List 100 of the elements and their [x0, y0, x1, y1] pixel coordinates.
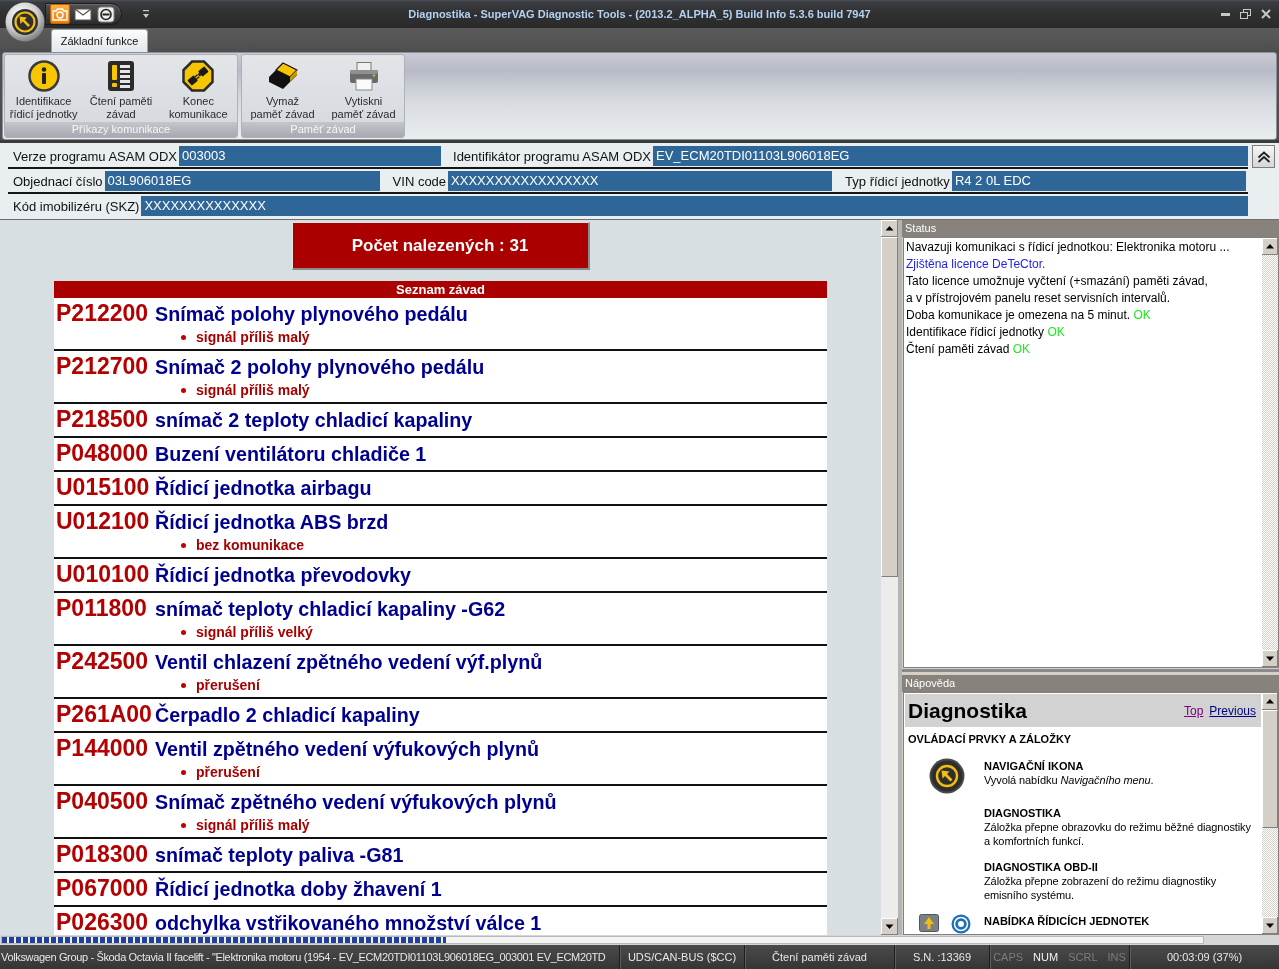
fault-detail: přerušení — [196, 764, 260, 780]
fault-description: snímač teploty chladicí kapaliny -G62 — [155, 597, 506, 622]
help-item-text: Vyvolá nabídku Navigačního menu. — [984, 773, 1155, 787]
fault-description: Snímač 2 polohy plynového pedálu — [155, 355, 485, 380]
fault-description: Řídicí jednotka převodovky — [155, 563, 411, 588]
arrow-tile-icon — [919, 914, 939, 932]
fault-description: Řídicí jednotka ABS brzd — [155, 510, 389, 535]
help-item-text: Záložka přepne zobrazení do režimu diagnostiky emisního systému. — [984, 874, 1218, 902]
fault-description: snímač teploty paliva -G81 — [155, 843, 404, 868]
ribbon-button[interactable]: Identifikace řídicí jednotky — [5, 55, 83, 122]
collapse-button[interactable] — [1252, 145, 1276, 168]
fault-detail: signál příliš malý — [196, 817, 310, 833]
value-field: 003003 — [179, 146, 441, 166]
fault-description: Snímač zpětného vedení výfukových plynů — [155, 790, 557, 815]
bullet-icon — [181, 334, 186, 340]
fault-description: odchylka vstřikovaného množství válce 1 — [155, 911, 542, 935]
help-link[interactable]: Top — [1183, 703, 1204, 718]
arrow-circle-icon — [929, 758, 965, 794]
value-field: XXXXXXXXXXXXXXXXX — [448, 171, 833, 191]
fault-code: P067000 — [56, 876, 150, 901]
fault-description: Čerpadlo 2 chladicí kapaliny — [155, 703, 420, 728]
status-text: S.N. :13369 — [895, 945, 990, 969]
scroll-up-arrow-icon[interactable] — [1262, 693, 1278, 710]
fault-detail: bez komunikace — [196, 537, 305, 553]
fault-detail: signál příliš malý — [196, 329, 310, 345]
group-label: Příkazy komunikace — [5, 122, 237, 137]
field-label: VIN code — [392, 173, 447, 189]
value-field: 03L906018EG — [104, 171, 380, 191]
bullet-icon — [181, 769, 186, 775]
bullet-icon — [181, 542, 186, 548]
bullet-icon — [181, 387, 186, 393]
fault-description: Řídicí jednotka doby žhavení 1 — [155, 877, 442, 902]
status-line: Čtení paměti závad OK — [906, 341, 1032, 358]
value-field: EV_ECM20TDI01103L906018EG — [653, 146, 1249, 166]
fault-detail: signál příliš malý — [196, 382, 310, 398]
fault-count-banner: Počet nalezených : 31 — [291, 222, 590, 270]
value-field: XXXXXXXXXXXXXX — [141, 196, 1249, 216]
fault-description: snímač 2 teploty chladicí kapaliny — [155, 408, 473, 433]
help-item-title: NAVIGAČNÍ IKONA — [984, 759, 1085, 773]
plug-octagon-icon — [182, 60, 215, 92]
fault-code: P048000 — [56, 441, 150, 466]
panel-title: Nápověda — [902, 675, 1279, 692]
ribbon-button[interactable]: Čtení paměti závad — [82, 55, 160, 122]
help-item-title: DIAGNOSTIKA OBD-II — [984, 860, 1099, 874]
panel-title: Status — [902, 220, 1279, 237]
scrollbar-thumb[interactable] — [1262, 710, 1278, 828]
status-line: a v přístrojovém panelu reset servisních intervalů. — [906, 290, 1172, 307]
fault-description: Buzení ventilátoru chladiče 1 — [155, 442, 427, 467]
status-text: Volkswagen Group - Škoda Octavia II facelift - "Elektronika motoru (1954 - EV_ECM20TDI01103L906018EG_003001 EV_ECM20TD — [0, 945, 620, 969]
minimize-icon[interactable] — [1221, 12, 1230, 16]
warning-list-icon — [105, 60, 137, 92]
help-item-text: Záložka přepne obrazovku do režimu běžné diagnostiky a komfortních funkcí. — [984, 820, 1252, 848]
status-line: Navazuji komunikaci s řídicí jednotkou: Elektronika motoru ... — [906, 239, 1231, 256]
fault-code: P261A00 — [56, 702, 153, 727]
fault-code: P018300 — [56, 842, 150, 867]
help-item-title: DIAGNOSTIKA — [984, 806, 1062, 820]
key-indicator: SCRL — [1068, 951, 1098, 963]
fault-description: Ventil chlazení zpětného vedení výf.plynů — [155, 650, 543, 675]
status-text: Čtení paměti závad — [745, 945, 895, 969]
status-line: Identifikace řídicí jednotky OK — [906, 324, 1066, 341]
scroll-down-arrow-icon[interactable] — [1262, 650, 1278, 667]
bullet-icon — [181, 822, 186, 828]
scroll-down-arrow-icon[interactable] — [881, 918, 898, 935]
printer-icon — [347, 60, 380, 92]
field-label: Objednací číslo — [13, 173, 103, 189]
dropdown-caret-icon[interactable] — [142, 9, 150, 19]
restore-icon[interactable] — [1240, 9, 1251, 19]
scroll-up-arrow-icon[interactable] — [1262, 238, 1278, 255]
fault-code: P218500 — [56, 407, 150, 432]
help-link[interactable]: Previous — [1209, 703, 1256, 718]
fault-detail: přerušení — [196, 677, 260, 693]
value-field: R4 2 0L EDC — [951, 171, 1247, 191]
window-title: Diagnostika - SuperVAG Diagnostic Tools - (2013.2_ALPHA_5) Build Info 5.3.6 build 7947 — [408, 8, 871, 20]
ribbon-button[interactable]: Vytiskni paměť závad — [323, 55, 404, 122]
bullet-icon — [181, 682, 186, 688]
fault-description: Snímač polohy plynového pedálu — [155, 302, 468, 327]
fault-description: Ventil zpětného vedení výfukových plynů — [155, 737, 539, 762]
help-heading: Diagnostika — [908, 698, 1028, 723]
list-header: Seznam závad — [54, 281, 827, 298]
close-icon[interactable] — [1261, 9, 1271, 19]
fault-code: U010100 — [56, 562, 151, 587]
status-text: UDS/CAN-BUS ($CC) — [620, 945, 745, 969]
scroll-down-arrow-icon[interactable] — [1262, 917, 1278, 934]
scrollbar-thumb[interactable] — [881, 237, 898, 577]
fault-code: P011800 — [56, 596, 148, 621]
fault-code: P144000 — [56, 736, 150, 761]
status-line: Tato licence umožnuje vyčtení (+smazání) paměti závad, — [906, 273, 1209, 290]
ribbon-button[interactable]: Konec komunikace — [159, 55, 237, 122]
double-chevron-up-icon — [1256, 150, 1271, 163]
key-indicator: CAPS — [993, 951, 1024, 963]
eraser-icon — [266, 60, 299, 92]
fault-code: U015100 — [56, 475, 151, 500]
ribbon-button[interactable]: Vymaž paměť závad — [242, 55, 323, 122]
camera-icon[interactable] — [50, 4, 70, 24]
scroll-up-arrow-icon[interactable] — [881, 220, 898, 237]
field-label: Kód imobilizéru (SKZ) — [13, 198, 140, 214]
elapsed-time: 00:03:09 (37%) — [1165, 950, 1244, 965]
ribbon-tab[interactable]: Základní funkce — [51, 29, 148, 52]
help-section-title: OVLÁDACÍ PRVKY A ZÁLOŽKY — [908, 732, 1073, 746]
status-line: Doba komunikace je omezena na 5 minut. OK — [906, 307, 1152, 324]
